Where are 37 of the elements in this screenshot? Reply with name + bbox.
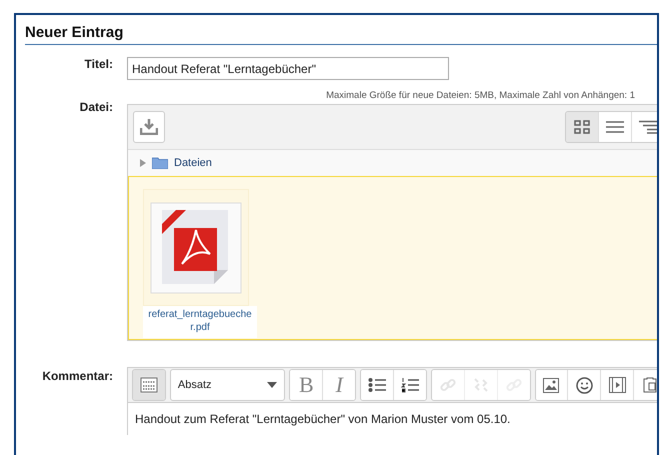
field-label: Datei: bbox=[78, 100, 113, 116]
dropdown-caret-icon bbox=[267, 382, 278, 388]
paragraph-format-select[interactable]: Absatz bbox=[170, 370, 284, 400]
field-label: Kommentar: bbox=[41, 369, 113, 385]
download-button[interactable] bbox=[133, 111, 165, 143]
grid-view-icon bbox=[574, 120, 590, 134]
comment-text[interactable]: Handout zum Referat "Lerntagebücher" von Marion Muster vom 05.10. bbox=[127, 403, 657, 435]
file-name[interactable]: referat_lerntagebuecher.pdf bbox=[143, 306, 257, 338]
bold-button[interactable]: B bbox=[290, 370, 322, 400]
unlink-icon bbox=[472, 377, 489, 393]
emoji-button[interactable] bbox=[567, 370, 600, 400]
link-icon bbox=[440, 377, 456, 393]
list-view-icon bbox=[606, 120, 624, 134]
paste-button[interactable] bbox=[633, 370, 657, 400]
keyboard-icon bbox=[140, 377, 158, 393]
image-icon bbox=[543, 378, 560, 392]
title-input[interactable]: Handout Referat "Lerntagebücher" bbox=[127, 57, 449, 80]
image-button[interactable] bbox=[536, 370, 568, 400]
folder-link[interactable]: Dateien bbox=[174, 157, 212, 169]
expand-arrow-icon bbox=[140, 159, 146, 167]
numbered-list-button[interactable] bbox=[393, 370, 426, 400]
numbered-list-icon bbox=[400, 377, 419, 393]
bullet-list-icon bbox=[368, 377, 386, 393]
smiley-icon bbox=[576, 376, 593, 394]
film-icon bbox=[608, 377, 626, 393]
pdf-file-icon bbox=[150, 202, 242, 294]
view-button[interactable] bbox=[566, 112, 598, 142]
upload-limits-text: Maximale Größe für neue Dateien: 5MB, Maximale Zahl von Anhängen: 1 bbox=[325, 90, 636, 101]
italic-button[interactable]: I bbox=[322, 370, 356, 400]
tree-view-icon bbox=[639, 120, 657, 134]
view-button[interactable] bbox=[598, 112, 631, 142]
view-button[interactable] bbox=[631, 112, 657, 142]
field-label: Titel: bbox=[84, 57, 113, 71]
download-icon bbox=[140, 119, 158, 135]
folder-icon bbox=[152, 157, 168, 169]
form-heading: Neuer Eintrag bbox=[25, 24, 657, 45]
clipboard-icon bbox=[643, 377, 657, 393]
